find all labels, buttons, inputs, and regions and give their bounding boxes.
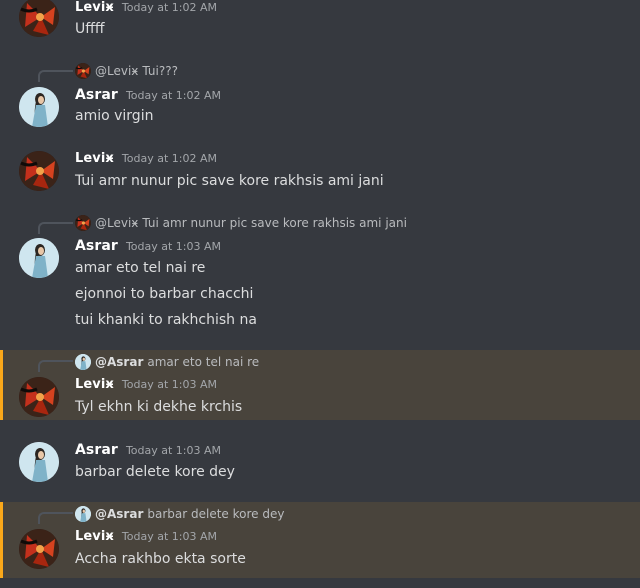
reply-username: @Leviӿ — [95, 216, 139, 230]
reply-connector — [38, 360, 73, 372]
timestamp: Today at 1:03 AM — [121, 530, 217, 543]
message-text: ejonnoi to barbar chacchi — [75, 286, 254, 302]
username[interactable]: Leviӿ — [75, 529, 114, 544]
message-text: barbar delete kore dey — [75, 464, 235, 480]
timestamp: Today at 1:02 AM — [121, 1, 217, 14]
message: @Leviӿ Tui amr nunur pic save kore rakhs… — [0, 212, 640, 338]
reply-preview[interactable]: @Asrar barbar delete kore dey — [75, 506, 284, 522]
message-text: amar eto tel nai re — [75, 260, 206, 276]
username[interactable]: Leviӿ — [75, 0, 114, 15]
reply-connector — [38, 222, 73, 234]
reply-username: @Asrar — [95, 355, 144, 369]
message-mentioned: @Asrar amar eto tel nai re Leviӿ Today a… — [0, 350, 640, 420]
message-text: Tyl ekhn ki dekhe krchis — [75, 399, 243, 415]
timestamp: Today at 1:03 AM — [125, 240, 222, 253]
reply-username: @Leviӿ — [95, 64, 139, 78]
reply-text: barbar delete kore dey — [147, 507, 285, 521]
reply-preview[interactable]: @Leviӿ Tui??? — [75, 63, 178, 79]
reply-text: amar eto tel nai re — [147, 355, 260, 369]
timestamp: Today at 1:02 AM — [121, 152, 217, 165]
reply-connector — [38, 512, 73, 524]
username[interactable]: Asrar — [75, 87, 118, 103]
message-text: amio virgin — [75, 108, 154, 124]
message-text: Accha rakhbo ekta sorte — [75, 551, 246, 567]
reply-avatar — [75, 506, 91, 522]
avatar[interactable] — [19, 0, 59, 37]
timestamp: Today at 1:03 AM — [125, 444, 222, 457]
reply-username: @Asrar — [95, 507, 144, 521]
timestamp: Today at 1:03 AM — [121, 378, 217, 391]
avatar[interactable] — [19, 238, 59, 278]
message-text: tui khanki to rakhchish na — [75, 312, 257, 328]
reply-preview[interactable]: @Asrar amar eto tel nai re — [75, 354, 259, 370]
message: @Leviӿ Tui??? Asrar Today at 1:02 AM ami… — [0, 60, 640, 136]
timestamp: Today at 1:02 AM — [125, 89, 222, 102]
reply-text: Tui amr nunur pic save kore rakhsis ami … — [142, 216, 407, 230]
message-text: Tui amr nunur pic save kore rakhsis ami … — [75, 173, 384, 189]
reply-avatar — [75, 63, 91, 79]
message-text: Uffff — [75, 21, 105, 37]
username[interactable]: Leviӿ — [75, 377, 114, 392]
avatar[interactable] — [19, 529, 59, 569]
message: Leviӿ Today at 1:02 AM Tui amr nunur pic… — [0, 148, 640, 204]
reply-text: Tui??? — [142, 64, 178, 78]
username[interactable]: Asrar — [75, 238, 118, 254]
message: Leviӿ Today at 1:02 AM Uffff — [0, 0, 640, 48]
reply-connector — [38, 70, 73, 82]
avatar[interactable] — [19, 87, 59, 127]
message-mentioned: @Asrar barbar delete kore dey Leviӿ Toda… — [0, 502, 640, 578]
message: Asrar Today at 1:03 AM barbar delete kor… — [0, 438, 640, 494]
username[interactable]: Asrar — [75, 442, 118, 458]
chat-log: Leviӿ Today at 1:02 AM Uffff @Leviӿ Tui?… — [0, 0, 640, 588]
avatar[interactable] — [19, 377, 59, 417]
avatar[interactable] — [19, 151, 59, 191]
reply-avatar — [75, 354, 91, 370]
reply-avatar — [75, 215, 91, 231]
reply-preview[interactable]: @Leviӿ Tui amr nunur pic save kore rakhs… — [75, 215, 407, 231]
avatar[interactable] — [19, 442, 59, 482]
username[interactable]: Leviӿ — [75, 151, 114, 166]
